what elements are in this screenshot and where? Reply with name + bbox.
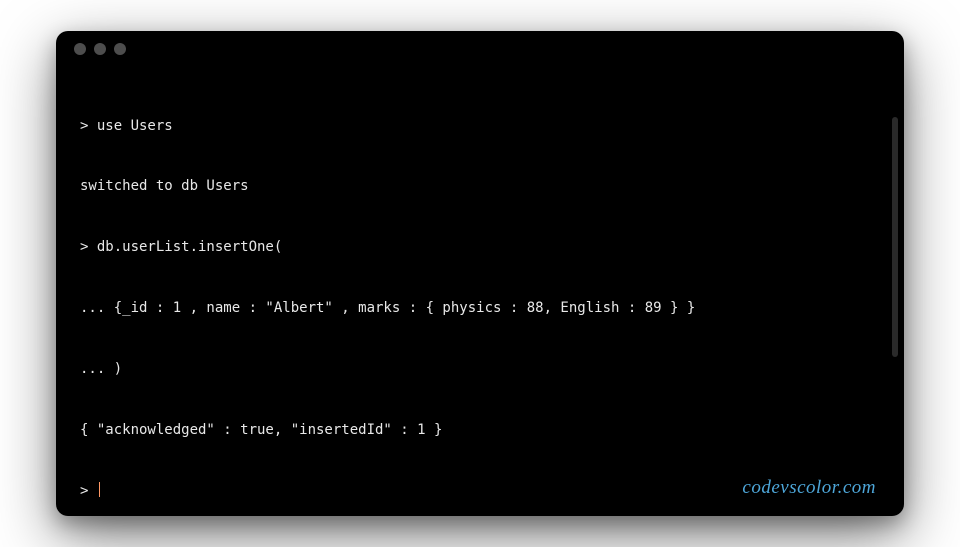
minimize-icon[interactable] <box>94 43 106 55</box>
window-titlebar <box>56 31 904 67</box>
terminal-line: ... {_id : 1 , name : "Albert" , marks :… <box>80 298 880 318</box>
watermark-text: codevscolor.com <box>742 474 876 502</box>
terminal-window: > use Users switched to db Users > db.us… <box>56 31 904 516</box>
terminal-line: { "acknowledged" : true, "insertedId" : … <box>80 420 880 440</box>
terminal-line: > db.userList.insertOne( <box>80 237 880 257</box>
terminal-line: > use Users <box>80 116 880 136</box>
terminal-body[interactable]: > use Users switched to db Users > db.us… <box>56 67 904 516</box>
close-icon[interactable] <box>74 43 86 55</box>
terminal-line: ... ) <box>80 359 880 379</box>
prompt-text: > <box>80 483 97 499</box>
cursor-icon <box>99 482 100 497</box>
maximize-icon[interactable] <box>114 43 126 55</box>
scrollbar[interactable] <box>892 117 898 357</box>
terminal-line: switched to db Users <box>80 176 880 196</box>
